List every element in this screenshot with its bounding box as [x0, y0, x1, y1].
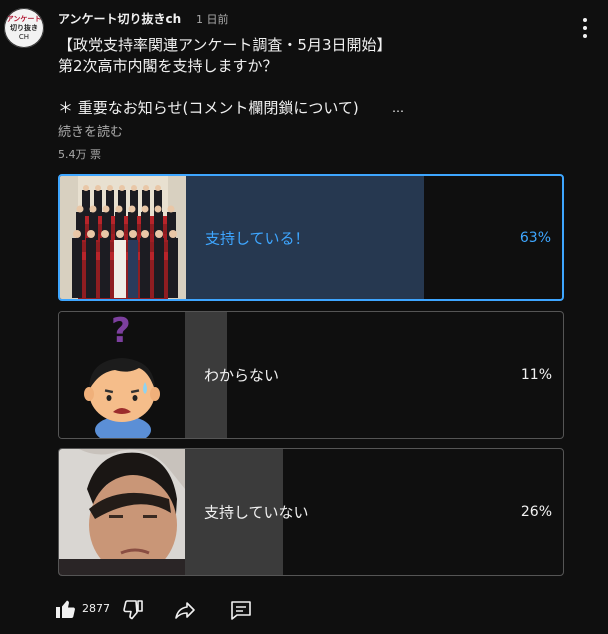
poll-option-label: 支持している！ — [205, 229, 310, 247]
poll-option-support[interactable]: 支持している！ 63% — [58, 174, 564, 301]
comment-button[interactable] — [228, 596, 254, 622]
thumbs-down-icon — [121, 598, 145, 626]
like-button[interactable]: 2877 — [54, 596, 124, 622]
more-options-icon[interactable] — [578, 18, 592, 38]
svg-text:?: ? — [111, 312, 131, 351]
share-button[interactable] — [172, 596, 198, 622]
like-count: 2877 — [82, 602, 110, 615]
poll-option-percent: 63% — [519, 229, 551, 246]
confused-person-illustration: ? — [59, 312, 185, 438]
channel-name[interactable]: アンケート切り抜きch — [58, 10, 181, 27]
comment-icon — [229, 598, 253, 626]
poll-option-unsure[interactable]: ? わからない 11% — [58, 311, 564, 439]
thumbs-up-icon — [54, 597, 78, 625]
vote-count: 5.4万 票 — [58, 148, 101, 161]
read-more-link[interactable]: 続きを読む — [58, 121, 123, 140]
post-time[interactable]: 1 日前 — [196, 11, 229, 27]
post-text-line-2: 第2次高市内閣を支持しますか？ — [58, 57, 278, 75]
avatar-text-3: CH — [18, 32, 30, 41]
poll-option-label: 支持していない — [204, 503, 309, 522]
share-icon — [173, 598, 197, 626]
post-text-line-1: 【政党支持率関連アンケート調査・5月3日開始】 — [58, 36, 392, 54]
post-text-line-3: ＊ 重要なお知らせ(コメント欄閉鎖について) — [58, 99, 359, 117]
dislike-button[interactable] — [120, 596, 146, 622]
channel-avatar[interactable]: アンケート 切り抜き CH — [4, 8, 44, 48]
poll-option-percent: 26% — [520, 504, 552, 520]
avatar-text-2: 切り抜き — [10, 23, 38, 32]
truncation-ellipsis: … — [392, 101, 404, 115]
poll-option-oppose[interactable]: 支持していない 26% — [58, 448, 564, 576]
person-photo — [59, 449, 185, 575]
poll-option-label: わからない — [204, 366, 280, 385]
poll-option-percent: 11% — [520, 367, 552, 383]
cabinet-photo — [60, 176, 186, 299]
avatar-text-1: アンケート — [6, 14, 42, 23]
